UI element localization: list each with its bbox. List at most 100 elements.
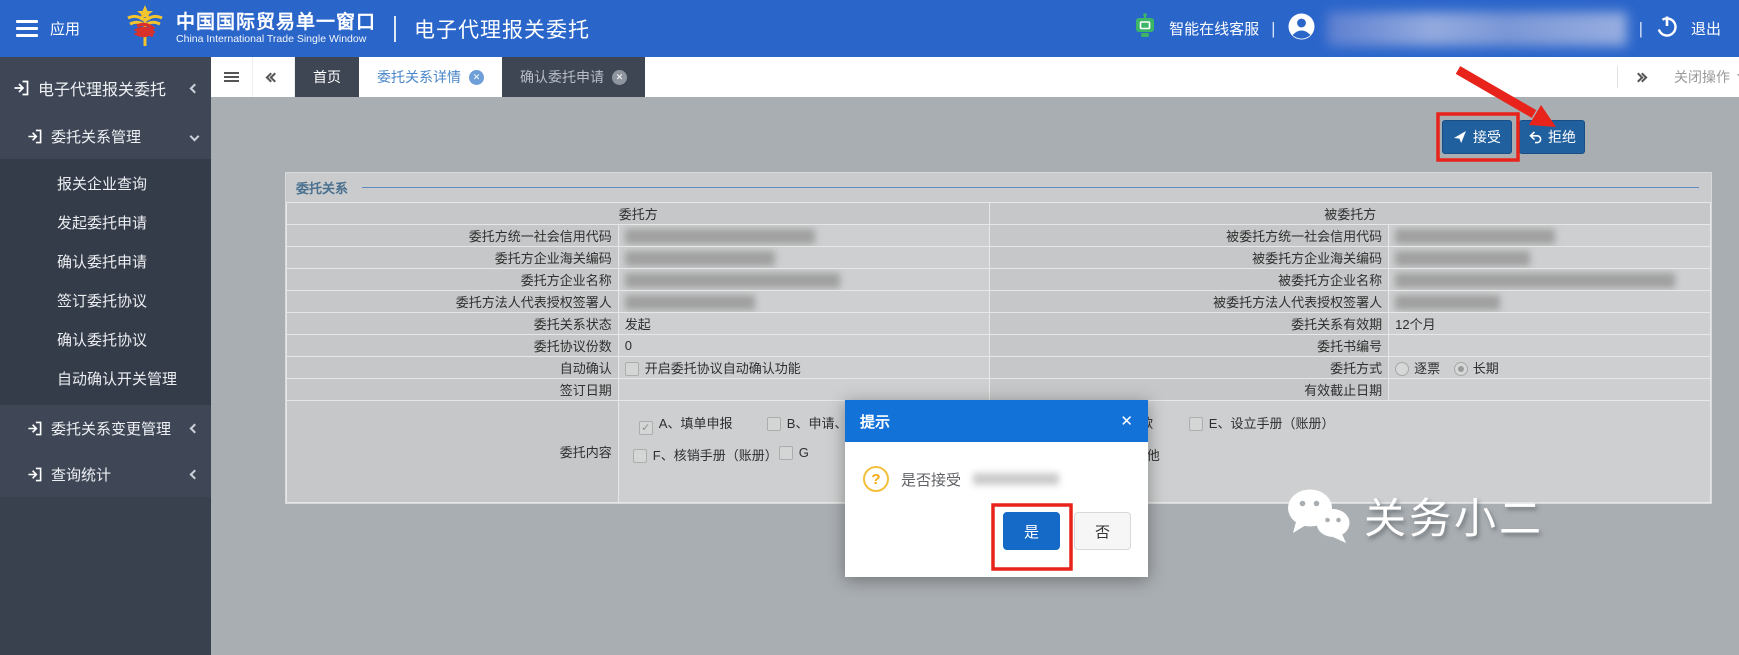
delegation-content-options: ✓A、填单申报 B、申请、 D、代缴税款 E、设立手册（账册） F、核销手册（账… (618, 401, 1710, 503)
row-label: 自动确认 (287, 357, 619, 379)
chevron-left-icon (190, 423, 200, 433)
sidebar-group1-label: 委托关系管理 (51, 126, 141, 147)
section-title: 委托关系 (296, 178, 348, 197)
apps-menu-label[interactable]: 应用 (50, 18, 80, 39)
mode-per-shipment-radio[interactable] (1395, 362, 1409, 376)
redacted-username (1327, 12, 1627, 46)
tab-home[interactable]: 首页 (295, 57, 359, 97)
brand-title: 中国国际贸易单一窗口 (176, 12, 376, 34)
row-label: 委托书编号 (990, 335, 1389, 357)
sidebar-item-auto-confirm-switch[interactable]: 自动确认开关管理 (0, 360, 211, 399)
table-row: 委托方统一社会信用代码 被委托方统一社会信用代码 (287, 225, 1711, 247)
mode-long-term-radio[interactable] (1454, 362, 1468, 376)
tab-home-label: 首页 (313, 67, 341, 87)
user-avatar-icon[interactable] (1288, 13, 1315, 45)
close-operations-dropdown[interactable]: 关闭操作 (1660, 67, 1739, 87)
sign-date-value (618, 379, 990, 401)
dialog-close-icon[interactable]: ✕ (1120, 412, 1133, 430)
row-label: 被委托方统一社会信用代码 (990, 225, 1389, 247)
row-label: 委托方企业海关编码 (287, 247, 619, 269)
scroll-tabs-left-button[interactable] (253, 57, 295, 97)
power-logout-icon[interactable] (1655, 14, 1679, 43)
table-row: 委托关系状态 发起 委托关系有效期 12个月 (287, 313, 1711, 335)
redacted-value (1395, 229, 1555, 244)
apps-menu-icon[interactable] (16, 16, 38, 41)
table-row: 委托协议份数 0 委托书编号 (287, 335, 1711, 357)
section-header: 委托关系 (286, 173, 1711, 202)
table-row: 委托方企业海关编码 被委托方企业海关编码 (287, 247, 1711, 269)
sidebar-navigation: 电子代理报关委托 委托关系管理 报关企业查询 发起委托申请 确认委托申请 签订委… (0, 57, 211, 655)
sidebar-item-root-delegation[interactable]: 电子代理报关委托 (0, 63, 211, 113)
yes-button[interactable]: 是 (1003, 512, 1060, 550)
table-row: 委托方企业名称 被委托方企业名称 (287, 269, 1711, 291)
tab-list-menu-button[interactable] (211, 57, 253, 97)
sign-in-icon (13, 80, 29, 96)
tab-close-icon[interactable]: ✕ (469, 70, 484, 85)
sidebar-group-query-statistics[interactable]: 查询统计 (0, 451, 211, 497)
sign-in-icon (27, 421, 42, 436)
table-row: 委托方法人代表授权签署人 被委托方法人代表授权签署人 (287, 291, 1711, 313)
auto-confirm-checkbox-label: 开启委托协议自动确认功能 (645, 361, 801, 376)
tab-delegation-detail[interactable]: 委托关系详情 ✕ (359, 57, 502, 97)
sidebar-item-broker-query[interactable]: 报关企业查询 (0, 165, 211, 204)
scroll-tabs-right-button[interactable] (1618, 74, 1660, 81)
dialog-message-row: ? 是否接受 (863, 466, 1059, 492)
row-label: 被委托方法人代表授权签署人 (990, 291, 1389, 313)
header-separator: | (1271, 19, 1275, 39)
redacted-value (625, 295, 755, 310)
page-title: 电子代理报关委托 (414, 14, 590, 44)
row-label: 委托方式 (990, 357, 1389, 379)
tab-close-icon[interactable]: ✕ (612, 70, 627, 85)
sign-in-icon (27, 467, 42, 482)
row-label: 签订日期 (287, 379, 619, 401)
sidebar-item-confirm-application[interactable]: 确认委托申请 (0, 243, 211, 282)
dialog-message: 是否接受 (901, 469, 961, 490)
online-service-label[interactable]: 智能在线客服 (1169, 18, 1259, 39)
accept-button[interactable]: 接受 (1442, 120, 1512, 154)
reject-button[interactable]: 拒绝 (1519, 120, 1585, 154)
double-chevron-left-icon (270, 74, 278, 81)
no-button[interactable]: 否 (1074, 512, 1131, 550)
auto-confirm-checkbox[interactable] (625, 362, 639, 376)
mode-per-shipment-label: 逐票 (1414, 361, 1440, 376)
sidebar-submenu: 报关企业查询 发起委托申请 确认委托申请 签订委托协议 确认委托协议 自动确认开… (0, 159, 211, 405)
sidebar-group-relation-change-mgmt[interactable]: 委托关系变更管理 (0, 405, 211, 451)
option-a-checkbox[interactable]: ✓ (639, 421, 653, 435)
top-header-bar: 应用 中国国际贸易单一窗口 China International Trade … (0, 0, 1739, 57)
relation-status-value: 发起 (618, 313, 990, 335)
tab-confirm-application-label: 确认委托申请 (520, 67, 604, 87)
table-row: 自动确认 开启委托协议自动确认功能 委托方式 逐票 长期 (287, 357, 1711, 379)
chevron-left-icon (190, 83, 200, 93)
option-e-checkbox[interactable] (1189, 417, 1203, 431)
logout-label[interactable]: 退出 (1691, 18, 1721, 39)
tab-confirm-application[interactable]: 确认委托申请 ✕ (502, 57, 645, 97)
confirm-dialog: 提示 ✕ ? 是否接受 是 否 (845, 400, 1148, 577)
robot-customer-service-icon[interactable] (1133, 13, 1157, 44)
app-window: 应用 中国国际贸易单一窗口 China International Trade … (0, 0, 1739, 655)
watermark: 关务小二 (1286, 485, 1544, 546)
tabbar-right-cluster: 关闭操作 (1617, 57, 1739, 97)
row-label: 委托关系状态 (287, 313, 619, 335)
header-divider (394, 16, 396, 42)
sidebar-group2-label: 委托关系变更管理 (51, 418, 171, 439)
option-f-checkbox[interactable] (633, 449, 647, 463)
option-b-checkbox[interactable] (767, 417, 781, 431)
option-e-label: E、设立手册（账册） (1209, 416, 1335, 431)
option-g-checkbox[interactable] (779, 446, 793, 460)
delegator-header: 委托方 (287, 203, 990, 225)
sign-in-icon (27, 129, 42, 144)
agreement-count-value: 0 (618, 335, 990, 357)
customs-emblem-logo (124, 4, 166, 53)
sidebar-item-initiate-application[interactable]: 发起委托申请 (0, 204, 211, 243)
sidebar-item-sign-agreement[interactable]: 签订委托协议 (0, 282, 211, 321)
sidebar-group3-label: 查询统计 (51, 464, 111, 485)
sidebar-item-confirm-agreement[interactable]: 确认委托协议 (0, 321, 211, 360)
header-separator-2: | (1639, 19, 1643, 39)
brand-block: 中国国际贸易单一窗口 China International Trade Sin… (176, 12, 376, 46)
redacted-value (1395, 295, 1500, 310)
dialog-title: 提示 (860, 411, 890, 432)
sidebar-group-relation-mgmt[interactable]: 委托关系管理 (0, 113, 211, 159)
double-chevron-right-icon (1635, 74, 1643, 81)
option-other-partial-label: 他 (1147, 445, 1160, 464)
accept-button-label: 接受 (1473, 127, 1501, 147)
